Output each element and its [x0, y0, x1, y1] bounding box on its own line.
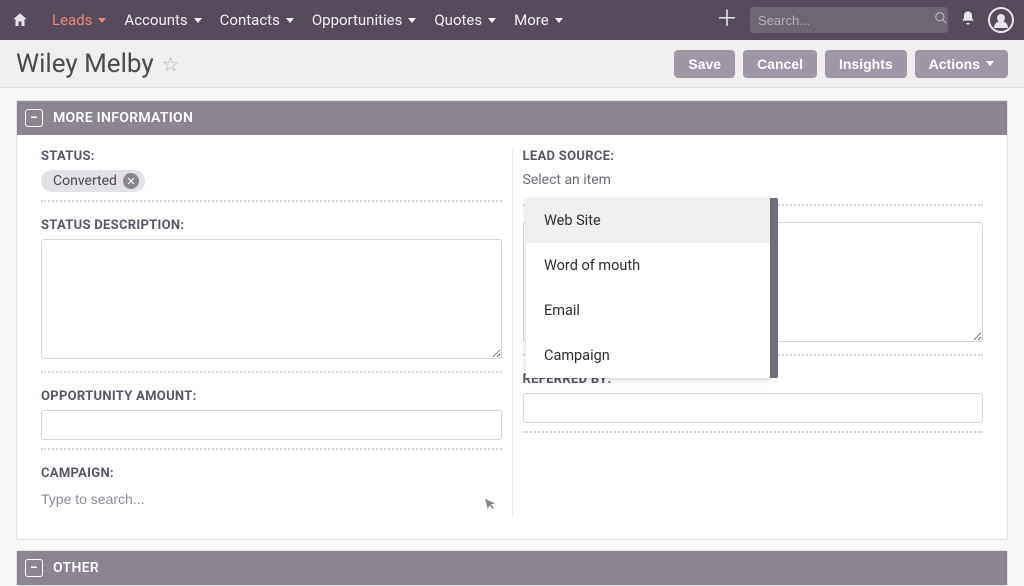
caret-down-icon: [986, 61, 994, 66]
notifications-icon[interactable]: [960, 10, 976, 30]
field-label: STATUS DESCRIPTION:: [41, 218, 502, 233]
panel-more-information: − MORE INFORMATION STATUS: Converted ✕ S…: [16, 100, 1008, 540]
home-icon[interactable]: [10, 10, 30, 30]
actions-menu-button[interactable]: Actions: [915, 50, 1008, 78]
field-status-description: STATUS DESCRIPTION:: [41, 218, 502, 363]
caret-down-icon: [555, 18, 563, 23]
insights-button[interactable]: Insights: [825, 50, 907, 78]
dropdown-option[interactable]: Word of mouth: [526, 243, 770, 288]
caret-down-icon: [98, 18, 106, 23]
save-button[interactable]: Save: [674, 50, 735, 78]
global-search[interactable]: [750, 7, 948, 33]
referred-by-input[interactable]: [523, 393, 984, 423]
nav-items: Leads Accounts Contacts Opportunities Qu…: [52, 11, 563, 29]
top-nav: Leads Accounts Contacts Opportunities Qu…: [0, 0, 1024, 40]
nav-item-quotes[interactable]: Quotes: [434, 11, 496, 29]
field-lead-source: LEAD SOURCE: Select an item: [523, 149, 984, 196]
caret-down-icon: [194, 18, 202, 23]
divider: [523, 431, 984, 433]
nav-label: Quotes: [434, 11, 482, 29]
nav-item-more[interactable]: More: [514, 11, 563, 29]
field-opportunity-amount: OPPORTUNITY AMOUNT:: [41, 389, 502, 440]
campaign-search-input[interactable]: [41, 487, 502, 511]
nav-item-leads[interactable]: Leads: [52, 11, 106, 29]
caret-down-icon: [286, 18, 294, 23]
divider: [41, 448, 502, 450]
favorite-star-icon[interactable]: ☆: [162, 52, 180, 76]
panel-body: STATUS: Converted ✕ STATUS DESCRIPTION: …: [17, 135, 1007, 539]
field-label: CAMPAIGN:: [41, 466, 502, 481]
field-status: STATUS: Converted ✕: [41, 149, 502, 192]
status-value: Converted: [53, 173, 117, 189]
user-avatar[interactable]: [988, 7, 1014, 33]
panel-other: − OTHER: [16, 550, 1008, 586]
remove-status-icon[interactable]: ✕: [123, 173, 139, 189]
topnav-right: ＋: [716, 7, 1014, 33]
title-bar: Wiley Melby ☆ Save Cancel Insights Actio…: [0, 40, 1024, 88]
panel-title: MORE INFORMATION: [53, 110, 193, 126]
collapse-toggle-icon[interactable]: −: [25, 559, 43, 577]
nav-label: Leads: [52, 11, 92, 29]
field-campaign: CAMPAIGN:: [41, 466, 502, 511]
nav-label: Accounts: [124, 11, 187, 29]
lead-source-select[interactable]: Select an item: [523, 170, 984, 196]
nav-label: More: [514, 11, 549, 29]
panel-header: − MORE INFORMATION: [17, 101, 1007, 135]
opportunity-amount-input[interactable]: [41, 410, 502, 440]
dropdown-option[interactable]: Campaign: [526, 333, 770, 378]
status-pill: Converted ✕: [41, 170, 145, 192]
nav-label: Opportunities: [312, 11, 403, 29]
record-title: Wiley Melby: [16, 49, 154, 79]
create-icon[interactable]: ＋: [716, 9, 738, 31]
actions-label: Actions: [929, 56, 980, 72]
nav-item-accounts[interactable]: Accounts: [124, 11, 201, 29]
nav-item-opportunities[interactable]: Opportunities: [312, 11, 417, 29]
nav-label: Contacts: [220, 11, 280, 29]
dropdown-option[interactable]: Web Site: [526, 198, 770, 243]
panel-title: OTHER: [53, 560, 99, 576]
divider: [41, 371, 502, 373]
nav-item-contacts[interactable]: Contacts: [220, 11, 294, 29]
cancel-button[interactable]: Cancel: [743, 50, 817, 78]
field-label: STATUS:: [41, 149, 502, 164]
field-referred-by: REFERRED BY:: [523, 372, 984, 423]
field-label: LEAD SOURCE:: [523, 149, 984, 164]
dropdown-option[interactable]: Email: [526, 288, 770, 333]
caret-down-icon: [488, 18, 496, 23]
search-input[interactable]: [758, 13, 934, 28]
panel-header: − OTHER: [17, 551, 1007, 585]
lead-source-dropdown: Web Site Word of mouth Email Campaign: [526, 198, 770, 378]
left-column: STATUS: Converted ✕ STATUS DESCRIPTION: …: [31, 149, 513, 517]
divider: [41, 200, 502, 202]
field-label: OPPORTUNITY AMOUNT:: [41, 389, 502, 404]
collapse-toggle-icon[interactable]: −: [25, 109, 43, 127]
search-icon: [934, 11, 948, 29]
status-description-input[interactable]: [41, 239, 502, 359]
title-actions: Save Cancel Insights Actions: [674, 50, 1008, 78]
caret-down-icon: [408, 18, 416, 23]
